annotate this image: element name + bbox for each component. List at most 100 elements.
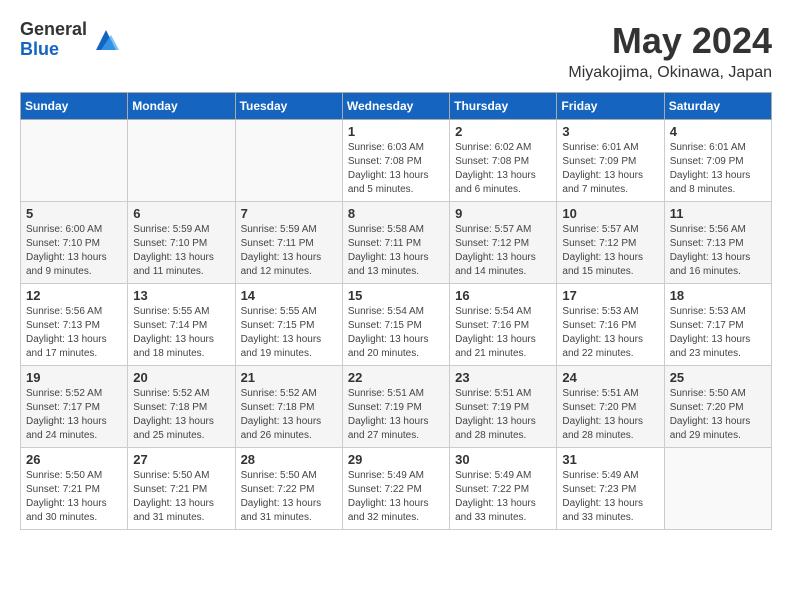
calendar-cell: 1 Sunrise: 6:03 AM Sunset: 7:08 PM Daylig… — [342, 120, 449, 202]
day-info: Sunrise: 5:57 AM Sunset: 7:12 PM Dayligh… — [562, 223, 658, 279]
day-info: Sunrise: 5:52 AM Sunset: 7:17 PM Dayligh… — [26, 387, 122, 443]
day-info: Sunrise: 5:51 AM Sunset: 7:19 PM Dayligh… — [455, 387, 551, 443]
calendar-cell: 11Sunrise: 5:56 AM Sunset: 7:13 PM Dayli… — [664, 202, 771, 284]
calendar-cell — [128, 120, 235, 202]
day-number: 26 — [26, 452, 122, 467]
day-number: 21 — [241, 370, 337, 385]
logo-icon — [91, 25, 121, 55]
calendar-cell: 17 Sunrise: 5:53 AM Sunset: 7:16 PM Dayli… — [557, 284, 664, 366]
day-of-week-header: Monday — [128, 93, 235, 120]
day-number: 20 — [133, 370, 229, 385]
day-number: 7 — [241, 206, 337, 221]
calendar-cell: 26 Sunrise: 5:50 AM Sunset: 7:21 PM Dayli… — [21, 448, 128, 530]
day-number: 2 — [455, 124, 551, 139]
logo-blue: Blue — [20, 40, 87, 60]
day-info: Sunrise: 5:49 AM Sunset: 7:22 PM Dayligh… — [348, 469, 444, 525]
day-info: Sunrise: 5:58 AM Sunset: 7:11 PM Dayligh… — [348, 223, 444, 279]
calendar-cell — [664, 448, 771, 530]
day-info: Sunrise: 5:51 AM Sunset: 7:19 PM Dayligh… — [348, 387, 444, 443]
calendar-cell: 29Sunrise: 5:49 AM Sunset: 7:22 PM Dayli… — [342, 448, 449, 530]
calendar-cell: 28Sunrise: 5:50 AM Sunset: 7:22 PM Dayli… — [235, 448, 342, 530]
day-info: Sunrise: 5:49 AM Sunset: 7:22 PM Dayligh… — [455, 469, 551, 525]
logo: General Blue — [20, 20, 121, 60]
day-number: 5 — [26, 206, 122, 221]
day-number: 16 — [455, 288, 551, 303]
day-info: Sunrise: 6:02 AM Sunset: 7:08 PM Dayligh… — [455, 141, 551, 197]
day-info: Sunrise: 5:50 AM Sunset: 7:21 PM Dayligh… — [133, 469, 229, 525]
day-number: 6 — [133, 206, 229, 221]
calendar-cell: 21Sunrise: 5:52 AM Sunset: 7:18 PM Dayli… — [235, 366, 342, 448]
header-row: SundayMondayTuesdayWednesdayThursdayFrid… — [21, 93, 772, 120]
day-info: Sunrise: 5:50 AM Sunset: 7:20 PM Dayligh… — [670, 387, 766, 443]
calendar-cell: 19 Sunrise: 5:52 AM Sunset: 7:17 PM Dayli… — [21, 366, 128, 448]
calendar-cell: 22Sunrise: 5:51 AM Sunset: 7:19 PM Dayli… — [342, 366, 449, 448]
day-number: 8 — [348, 206, 444, 221]
calendar-cell: 30 Sunrise: 5:49 AM Sunset: 7:22 PM Dayli… — [450, 448, 557, 530]
calendar-cell: 24Sunrise: 5:51 AM Sunset: 7:20 PM Dayli… — [557, 366, 664, 448]
day-number: 17 — [562, 288, 658, 303]
day-number: 30 — [455, 452, 551, 467]
day-info: Sunrise: 5:56 AM Sunset: 7:13 PM Dayligh… — [26, 305, 122, 361]
day-of-week-header: Thursday — [450, 93, 557, 120]
day-info: Sunrise: 5:59 AM Sunset: 7:10 PM Dayligh… — [133, 223, 229, 279]
day-number: 27 — [133, 452, 229, 467]
day-number: 3 — [562, 124, 658, 139]
calendar-cell: 7 Sunrise: 5:59 AM Sunset: 7:11 PM Daylig… — [235, 202, 342, 284]
day-number: 4 — [670, 124, 766, 139]
day-info: Sunrise: 6:03 AM Sunset: 7:08 PM Dayligh… — [348, 141, 444, 197]
day-number: 15 — [348, 288, 444, 303]
day-number: 10 — [562, 206, 658, 221]
calendar-cell: 5Sunrise: 6:00 AM Sunset: 7:10 PM Daylig… — [21, 202, 128, 284]
calendar-week-row: 1 Sunrise: 6:03 AM Sunset: 7:08 PM Daylig… — [21, 120, 772, 202]
day-number: 31 — [562, 452, 658, 467]
calendar-week-row: 5Sunrise: 6:00 AM Sunset: 7:10 PM Daylig… — [21, 202, 772, 284]
page-header: General Blue May 2024 Miyakojima, Okinaw… — [20, 20, 772, 82]
day-number: 28 — [241, 452, 337, 467]
calendar-cell: 13 Sunrise: 5:55 AM Sunset: 7:14 PM Dayli… — [128, 284, 235, 366]
day-number: 14 — [241, 288, 337, 303]
day-number: 9 — [455, 206, 551, 221]
calendar-cell — [21, 120, 128, 202]
day-info: Sunrise: 5:53 AM Sunset: 7:17 PM Dayligh… — [670, 305, 766, 361]
location: Miyakojima, Okinawa, Japan — [568, 64, 772, 82]
calendar-week-row: 26 Sunrise: 5:50 AM Sunset: 7:21 PM Dayli… — [21, 448, 772, 530]
day-info: Sunrise: 5:54 AM Sunset: 7:15 PM Dayligh… — [348, 305, 444, 361]
calendar-cell: 2 Sunrise: 6:02 AM Sunset: 7:08 PM Daylig… — [450, 120, 557, 202]
title-block: May 2024 Miyakojima, Okinawa, Japan — [568, 20, 772, 82]
day-info: Sunrise: 6:01 AM Sunset: 7:09 PM Dayligh… — [562, 141, 658, 197]
logo-general: General — [20, 20, 87, 40]
calendar-cell: 25 Sunrise: 5:50 AM Sunset: 7:20 PM Dayli… — [664, 366, 771, 448]
calendar-cell: 12 Sunrise: 5:56 AM Sunset: 7:13 PM Dayli… — [21, 284, 128, 366]
calendar-cell: 9 Sunrise: 5:57 AM Sunset: 7:12 PM Daylig… — [450, 202, 557, 284]
day-info: Sunrise: 5:50 AM Sunset: 7:21 PM Dayligh… — [26, 469, 122, 525]
calendar-cell: 31 Sunrise: 5:49 AM Sunset: 7:23 PM Dayli… — [557, 448, 664, 530]
day-info: Sunrise: 5:55 AM Sunset: 7:14 PM Dayligh… — [133, 305, 229, 361]
calendar-cell: 18 Sunrise: 5:53 AM Sunset: 7:17 PM Dayli… — [664, 284, 771, 366]
day-number: 1 — [348, 124, 444, 139]
calendar-cell: 27 Sunrise: 5:50 AM Sunset: 7:21 PM Dayli… — [128, 448, 235, 530]
day-info: Sunrise: 5:57 AM Sunset: 7:12 PM Dayligh… — [455, 223, 551, 279]
calendar-cell: 15 Sunrise: 5:54 AM Sunset: 7:15 PM Dayli… — [342, 284, 449, 366]
day-info: Sunrise: 5:55 AM Sunset: 7:15 PM Dayligh… — [241, 305, 337, 361]
day-number: 25 — [670, 370, 766, 385]
day-of-week-header: Tuesday — [235, 93, 342, 120]
calendar-cell: 14 Sunrise: 5:55 AM Sunset: 7:15 PM Dayli… — [235, 284, 342, 366]
day-of-week-header: Saturday — [664, 93, 771, 120]
day-number: 24 — [562, 370, 658, 385]
day-of-week-header: Friday — [557, 93, 664, 120]
day-info: Sunrise: 6:01 AM Sunset: 7:09 PM Dayligh… — [670, 141, 766, 197]
calendar-cell — [235, 120, 342, 202]
day-number: 18 — [670, 288, 766, 303]
calendar-cell: 10 Sunrise: 5:57 AM Sunset: 7:12 PM Dayli… — [557, 202, 664, 284]
day-info: Sunrise: 5:53 AM Sunset: 7:16 PM Dayligh… — [562, 305, 658, 361]
calendar-cell: 4 Sunrise: 6:01 AM Sunset: 7:09 PM Daylig… — [664, 120, 771, 202]
day-number: 12 — [26, 288, 122, 303]
day-of-week-header: Wednesday — [342, 93, 449, 120]
day-number: 11 — [670, 206, 766, 221]
day-info: Sunrise: 5:59 AM Sunset: 7:11 PM Dayligh… — [241, 223, 337, 279]
calendar-cell: 20Sunrise: 5:52 AM Sunset: 7:18 PM Dayli… — [128, 366, 235, 448]
day-number: 13 — [133, 288, 229, 303]
day-number: 19 — [26, 370, 122, 385]
day-info: Sunrise: 5:54 AM Sunset: 7:16 PM Dayligh… — [455, 305, 551, 361]
day-info: Sunrise: 5:49 AM Sunset: 7:23 PM Dayligh… — [562, 469, 658, 525]
